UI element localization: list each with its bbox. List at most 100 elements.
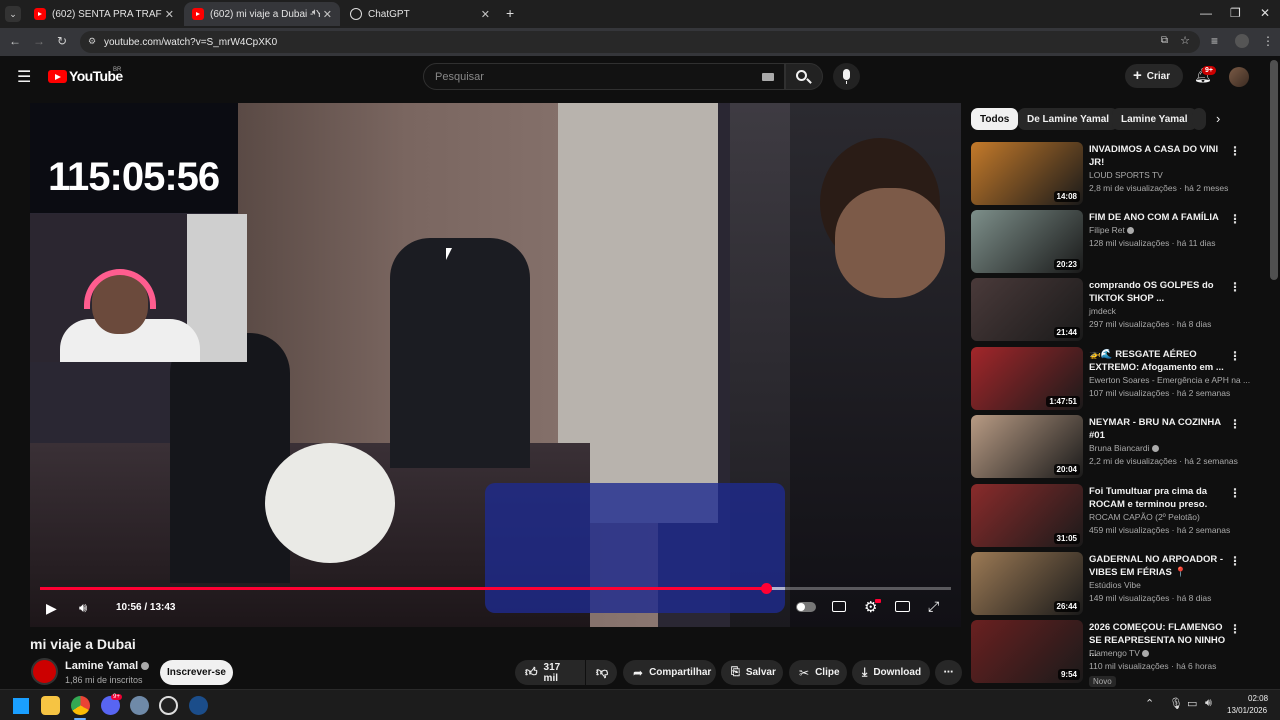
restore-icon[interactable]: ❐ (1230, 6, 1241, 20)
more-vertical-icon[interactable]: ⋮ (1229, 144, 1241, 158)
channel-avatar[interactable] (31, 658, 58, 685)
recommendation-title[interactable]: GADERNAL NO ARPOADOR - VIBES EM FÉRIAS 📍 (1089, 553, 1229, 579)
chip-todos[interactable]: Todos (971, 108, 1019, 130)
more-vertical-icon[interactable]: ⋮ (1229, 280, 1241, 294)
subtitles-icon[interactable] (832, 601, 846, 612)
minimize-icon[interactable]: — (1200, 6, 1212, 20)
address-bar[interactable]: ⚙ youtube.com/watch?v=S_mrW4CpXK0 ⧉ ☆ (80, 31, 1200, 53)
profile-avatar-icon[interactable] (1235, 34, 1249, 48)
dislike-button[interactable]: 👎︎ (586, 660, 617, 685)
more-vertical-icon[interactable]: ⋮ (1229, 486, 1241, 500)
video-thumbnail[interactable]: 31:05 (971, 484, 1083, 547)
like-button[interactable]: 👍︎ 317 mil (515, 660, 585, 685)
hamburger-menu-icon[interactable]: ☰ (17, 67, 31, 87)
search-button[interactable] (785, 63, 823, 90)
autoplay-toggle[interactable] (796, 602, 816, 612)
more-vertical-icon[interactable]: ⋮ (1229, 349, 1241, 363)
more-actions-button[interactable]: ⋯ (935, 660, 962, 685)
tab-close-icon[interactable]: ✕ (165, 8, 174, 21)
page-scrollbar[interactable] (1270, 60, 1278, 280)
recommendation-channel[interactable]: Ewerton Soares - Emergência e APH na ... (1089, 375, 1250, 385)
steam-icon[interactable] (189, 696, 208, 715)
youtube-logo-icon[interactable] (48, 70, 67, 83)
tab-chatgpt[interactable]: ChatGPT ✕ (342, 2, 498, 26)
subscribe-button[interactable]: Inscrever-se (160, 660, 233, 685)
video-thumbnail[interactable]: 21:44 (971, 278, 1083, 341)
windows-start-icon[interactable] (13, 698, 29, 714)
tab-search-button[interactable]: ⌄ (5, 6, 21, 22)
volume-icon[interactable]: 🔊︎ (79, 600, 87, 616)
settings-app-icon[interactable] (130, 696, 149, 715)
chip-de-lamine-yamal[interactable]: De Lamine Yamal (1018, 108, 1119, 130)
video-thumbnail[interactable]: 14:08 (971, 142, 1083, 205)
recommendation-item[interactable]: 26:44 GADERNAL NO ARPOADOR - VIBES EM FÉR… (971, 552, 1266, 616)
download-button[interactable]: ⤓ Download (852, 660, 930, 685)
more-vertical-icon[interactable]: ⋮ (1229, 622, 1241, 636)
recommendation-title[interactable]: Foi Tumultuar pra cima da ROCAM e termin… (1089, 485, 1229, 511)
new-tab-button[interactable]: + (506, 5, 514, 21)
speaker-icon[interactable]: 🔈︎ (312, 7, 318, 18)
tab-close-icon[interactable]: ✕ (323, 8, 332, 21)
channel-name[interactable]: Lamine Yamal (65, 660, 150, 672)
tab-close-icon[interactable]: ✕ (481, 8, 490, 21)
more-vertical-icon[interactable]: ⋮ (1229, 417, 1241, 431)
recommendation-channel[interactable]: Estúdios Vibe (1089, 580, 1141, 590)
recommendation-item[interactable]: 9:54 2026 COMEÇOU: FLAMENGO SE REAPRESENT… (971, 620, 1266, 687)
fullscreen-icon[interactable]: ⤢ (928, 598, 939, 615)
chip-more[interactable] (1192, 108, 1206, 130)
tray-microphone-icon[interactable]: 🎙︎ (1169, 697, 1183, 710)
share-button[interactable]: ➦ Compartilhar (623, 660, 716, 685)
video-player[interactable]: 115:05:56 ▶ 🔊︎ 10:56 / 13:43 ⚙ ⤢ (30, 103, 961, 627)
recommendation-channel[interactable]: LOUD SPORTS TV (1089, 170, 1163, 180)
bookmark-star-icon[interactable]: ☆ (1180, 34, 1190, 47)
recommendation-title[interactable]: comprando OS GOLPES do TIKTOK SHOP ... (1089, 279, 1229, 305)
recommendation-channel[interactable]: jmdeck (1089, 306, 1116, 316)
account-avatar[interactable] (1229, 67, 1249, 87)
play-icon[interactable]: ▶ (46, 600, 57, 617)
recommendation-title[interactable]: 🚁🌊 RESGATE AÉREO EXTREMO: Afogamento em … (1089, 348, 1229, 374)
chip-lamine-yamal[interactable]: Lamine Yamal (1112, 108, 1197, 130)
tray-network-icon[interactable]: ▭ (1187, 697, 1197, 710)
clock-date[interactable]: 13/01/2026 (1227, 706, 1267, 715)
video-thumbnail[interactable]: 9:54 (971, 620, 1083, 683)
recommendation-title[interactable]: INVADIMOS A CASA DO VINI JR! (1089, 143, 1229, 169)
recommendation-item[interactable]: 20:04 NEYMAR - BRU NA COZINHA #01 Bruna Bi… (971, 415, 1266, 479)
recommendation-item[interactable]: 31:05 Foi Tumultuar pra cima da ROCAM e t… (971, 484, 1266, 548)
save-button[interactable]: ⎘ Salvar (721, 660, 783, 685)
tray-volume-icon[interactable]: 🔊︎ (1205, 697, 1212, 710)
recommendation-channel[interactable]: Filipe Ret (1089, 225, 1135, 235)
install-app-icon[interactable]: ⧉ (1161, 35, 1168, 46)
recommendation-item[interactable]: 1:47:51 🚁🌊 RESGATE AÉREO EXTREMO: Afogame… (971, 347, 1266, 411)
recommendation-title[interactable]: FIM DE ANO COM A FAMÍLIA (1089, 211, 1229, 224)
browser-menu-icon[interactable]: ⋮ (1262, 34, 1274, 48)
video-thumbnail[interactable]: 20:04 (971, 415, 1083, 478)
progress-bar[interactable] (40, 583, 951, 594)
tab-mi-viaje-a-dubai[interactable]: (602) mi viaje a Dubai - You 🔈︎ ✕ (184, 2, 340, 26)
recommendation-channel[interactable]: Bruna Biancardi (1089, 443, 1159, 453)
more-vertical-icon[interactable]: ⋮ (1229, 554, 1241, 568)
back-arrow-icon[interactable]: ← (9, 34, 21, 48)
recommendation-item[interactable]: 20:23 FIM DE ANO COM A FAMÍLIA Filipe Ret … (971, 210, 1266, 274)
recommendation-item[interactable]: 21:44 comprando OS GOLPES do TIKTOK SHOP … (971, 278, 1266, 342)
chips-next-chevron-icon[interactable]: › (1216, 111, 1220, 126)
miniplayer-icon[interactable] (895, 601, 910, 612)
recommendation-item[interactable]: 14:08 INVADIMOS A CASA DO VINI JR! LOUD SP… (971, 142, 1266, 206)
search-input[interactable]: Pesquisar (423, 63, 785, 90)
file-explorer-icon[interactable] (41, 696, 60, 715)
voice-search-button[interactable] (833, 63, 860, 90)
recommendation-title[interactable]: NEYMAR - BRU NA COZINHA #01 (1089, 416, 1229, 442)
close-window-icon[interactable]: ✕ (1260, 6, 1270, 20)
tray-chevron-icon[interactable]: ⌃ (1145, 697, 1154, 710)
video-thumbnail[interactable]: 1:47:51 (971, 347, 1083, 410)
reload-icon[interactable]: ↻ (57, 34, 67, 48)
forward-arrow-icon[interactable]: → (33, 34, 45, 48)
tab-senta-pra-traficante[interactable]: (602) SENTA PRA TRAFICANTE ✕ (26, 2, 182, 26)
video-thumbnail[interactable]: 20:23 (971, 210, 1083, 273)
chrome-icon[interactable] (71, 696, 90, 715)
video-thumbnail[interactable]: 26:44 (971, 552, 1083, 615)
site-info-icon[interactable]: ⚙ (88, 36, 96, 47)
create-button[interactable]: + Criar (1125, 64, 1183, 88)
media-control-icon[interactable]: ≡ (1211, 34, 1218, 48)
keyboard-icon[interactable] (762, 73, 774, 81)
scrubber-knob[interactable] (761, 583, 773, 594)
